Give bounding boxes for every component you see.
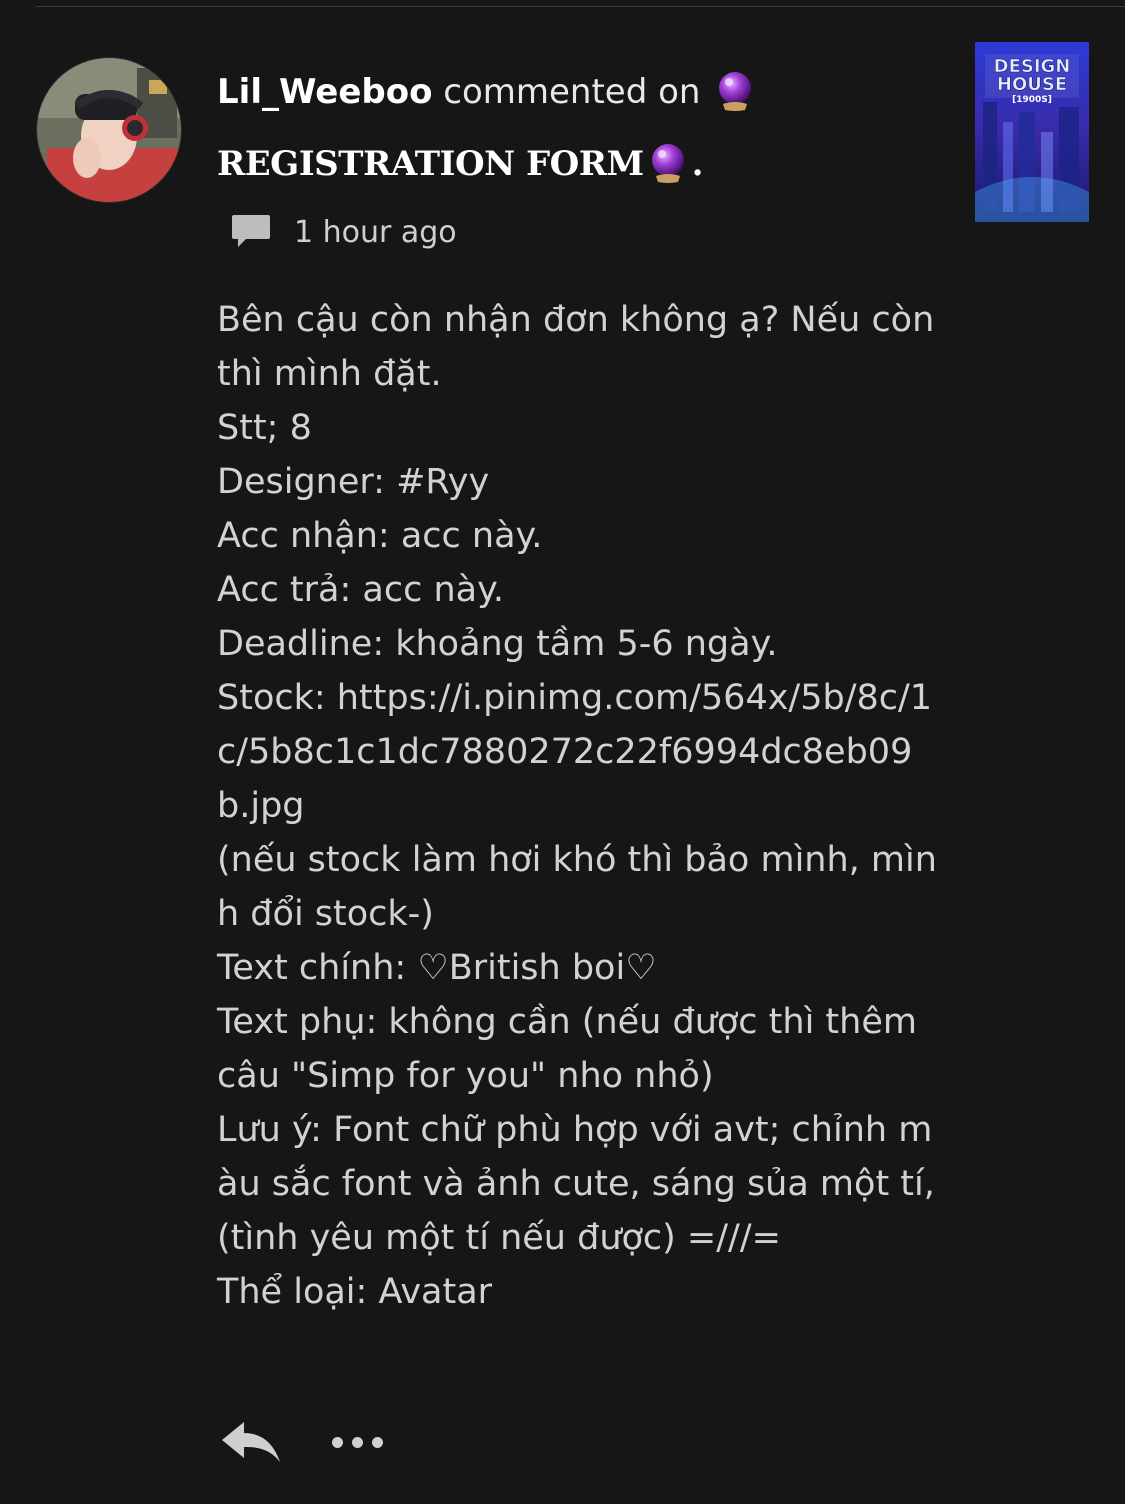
body-line: Text phụ: không cần (nếu được thì thêm c…: [217, 1002, 929, 1096]
timestamp: 1 hour ago: [294, 214, 457, 250]
title-trailing: .: [691, 144, 704, 184]
more-options-dot: [372, 1436, 383, 1448]
comment-actions: [220, 1412, 383, 1472]
username-link[interactable]: Lil_Weeboo: [217, 72, 432, 112]
stock-link-line[interactable]: Stock: https://i.pinimg.com/564x/5b/8c/1…: [217, 671, 937, 833]
reply-icon[interactable]: [220, 1418, 284, 1466]
more-options-dot: [352, 1436, 363, 1448]
body-line: Deadline: khoảng tầm 5-6 ngày.: [217, 624, 778, 664]
body-line: Lưu ý: Font chữ phù hợp với avt; chỉnh m…: [217, 1110, 946, 1258]
svg-text:[1900S]: [1900S]: [1012, 95, 1052, 105]
body-line: Stt; 8: [217, 408, 312, 448]
comment-bubble-icon: [232, 215, 270, 247]
story-thumbnail[interactable]: DESIGN HOUSE [1900S]: [975, 42, 1089, 222]
comment-body: Bên cậu còn nhận đơn không ạ? Nếu còn th…: [217, 293, 937, 1319]
crystal-ball-icon: [651, 143, 684, 183]
top-divider: [36, 6, 1125, 7]
body-line: Designer: #Ryy: [217, 462, 490, 502]
more-options-icon: [332, 1436, 343, 1448]
svg-text:HOUSE: HOUSE: [997, 74, 1067, 95]
body-line: Thể loại: Avatar: [217, 1272, 493, 1312]
avatar-image: [37, 58, 181, 202]
avatar[interactable]: [36, 57, 182, 203]
body-line: Acc nhận: acc này.: [217, 516, 543, 556]
story-title-link[interactable]: REGISTRATION FORM: [217, 144, 644, 184]
more-options-button[interactable]: [332, 1436, 383, 1448]
body-line: Text chính: ♡British boi♡: [217, 948, 657, 988]
comment-headline: Lil_Weeboo commented on REGISTRATION FOR…: [217, 56, 947, 200]
crystal-ball-icon: [719, 71, 752, 111]
body-line: Bên cậu còn nhận đơn không ạ? Nếu còn th…: [217, 300, 946, 394]
action-text: commented on: [443, 72, 701, 112]
design-house-cover-icon: DESIGN HOUSE [1900S]: [975, 42, 1089, 222]
body-line: Acc trả: acc này.: [217, 570, 504, 610]
body-line: (nếu stock làm hơi khó thì bảo mình, mìn…: [217, 840, 937, 934]
comment-meta: 1 hour ago: [230, 210, 457, 254]
